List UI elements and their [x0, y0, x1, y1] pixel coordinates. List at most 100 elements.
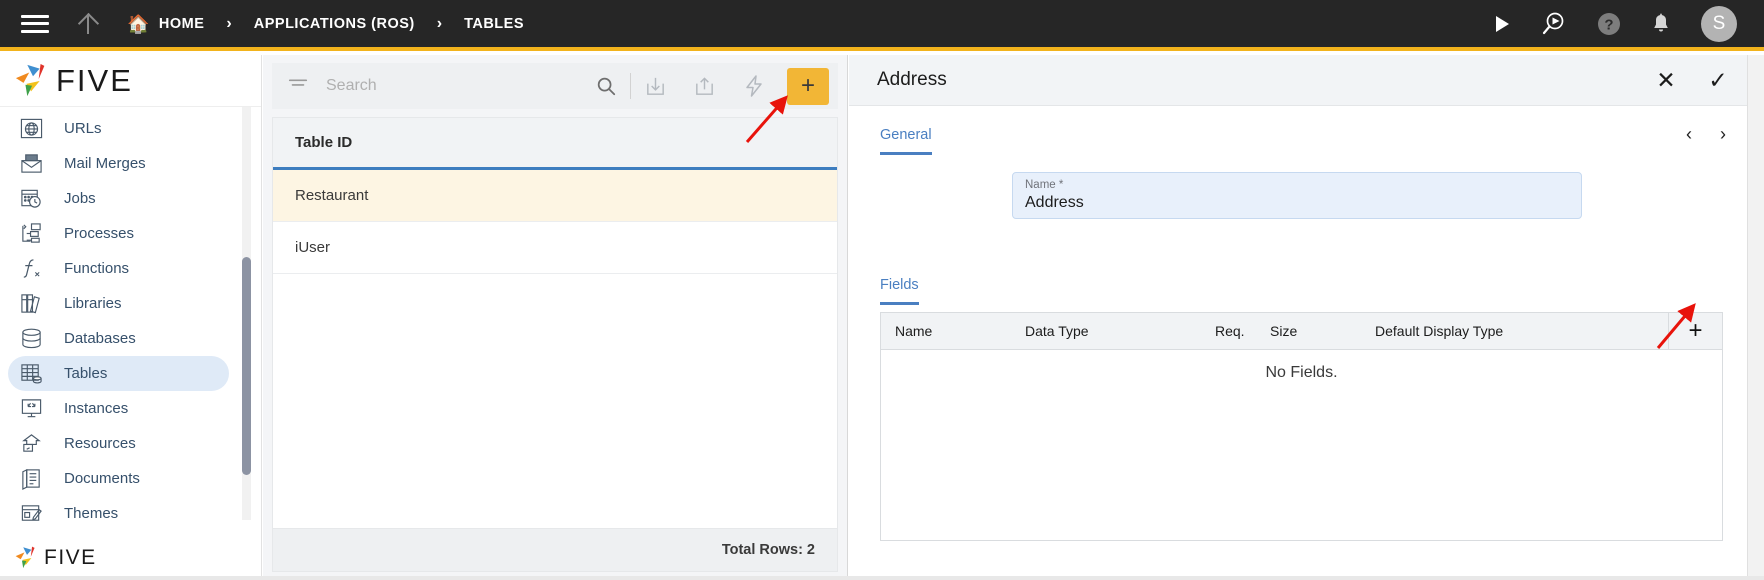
fields-tab-row: Fields: [880, 276, 919, 305]
database-icon: [16, 326, 46, 352]
flowchart-icon: [16, 221, 46, 247]
documents-icon: [16, 466, 46, 492]
sidebar-item-label: Mail Merges: [64, 155, 146, 172]
detail-header-actions: ✕ ✓: [1652, 66, 1732, 94]
grid-column-header-table-id[interactable]: Table ID: [273, 118, 837, 170]
sidebar-item-label: Resources: [64, 435, 136, 452]
fields-column-default-display-type[interactable]: Default Display Type: [1361, 323, 1581, 339]
breadcrumb-home[interactable]: 🏠 HOME: [127, 15, 204, 33]
app-logo-text: FIVE: [56, 62, 133, 98]
table-row[interactable]: iUser: [273, 222, 837, 274]
table-grid-icon: [16, 361, 46, 387]
sidebar-item-mail-merges[interactable]: Mail Merges: [8, 146, 229, 181]
hamburger-icon[interactable]: [21, 13, 49, 35]
run-icon[interactable]: [1493, 15, 1511, 33]
fields-column-req[interactable]: Req.: [1201, 323, 1256, 339]
sidebar-item-functions[interactable]: Functions: [8, 251, 229, 286]
detail-header: Address ✕ ✓: [849, 55, 1764, 106]
tab-general[interactable]: General: [880, 127, 932, 155]
mail-merge-icon: [16, 151, 46, 177]
search-toolbar: +: [272, 63, 838, 109]
sidebar-item-documents[interactable]: Documents: [8, 461, 229, 496]
svg-text:?: ?: [1604, 16, 1613, 33]
lightning-bolt-icon[interactable]: [742, 74, 766, 98]
five-logo-mark-small: [15, 546, 35, 569]
function-icon: [16, 256, 46, 282]
topbar-left-group: 🏠 HOME › APPLICATIONS (ROS) › TABLES: [0, 0, 524, 47]
toolbar-divider: [630, 73, 631, 99]
sidebar-item-tables[interactable]: Tables: [8, 356, 229, 391]
theme-palette-icon: [16, 501, 46, 527]
app-logo[interactable]: FIVE: [0, 55, 261, 107]
general-tab-row: General: [849, 126, 1764, 155]
sidebar-item-label: Functions: [64, 260, 130, 277]
sidebar: FIVE URLs Mail Merges Jobs Processes Fun…: [0, 55, 262, 580]
sidebar-item-databases[interactable]: Databases: [8, 321, 229, 356]
sidebar-item-libraries[interactable]: Libraries: [8, 286, 229, 321]
sidebar-item-label: Processes: [64, 225, 135, 242]
table-row-table-id: Restaurant: [295, 187, 369, 204]
sidebar-item-label: Documents: [64, 470, 140, 487]
tables-grid: Table ID Restaurant iUser: [272, 117, 838, 528]
sidebar-item-label: Instances: [64, 400, 129, 417]
export-icon[interactable]: [693, 75, 716, 98]
breadcrumb-home-label: HOME: [158, 15, 205, 32]
sidebar-scrollbar-thumb[interactable]: [242, 257, 251, 475]
table-detail-panel: Address ✕ ✓ ‹ › General Name * Address F…: [849, 55, 1764, 580]
sidebar-item-label: Libraries: [64, 295, 122, 312]
tab-fields[interactable]: Fields: [880, 277, 919, 305]
sidebar-item-label: URLs: [64, 120, 102, 137]
sidebar-item-resources[interactable]: Resources: [8, 426, 229, 461]
confirm-check-icon[interactable]: ✓: [1704, 66, 1732, 94]
close-icon[interactable]: ✕: [1652, 66, 1680, 94]
prev-record-icon[interactable]: ‹: [1686, 124, 1692, 145]
user-avatar[interactable]: S: [1701, 5, 1737, 42]
books-icon: [16, 291, 46, 317]
fields-column-data-type[interactable]: Data Type: [1011, 323, 1201, 339]
name-field-label: Name *: [1025, 179, 1064, 191]
sidebar-item-jobs[interactable]: Jobs: [8, 181, 229, 216]
breadcrumb-applications[interactable]: APPLICATIONS (ROS): [254, 16, 415, 32]
breadcrumb-tables-label: TABLES: [464, 15, 524, 32]
breadcrumb-applications-label: APPLICATIONS (ROS): [253, 15, 415, 32]
top-app-bar: 🏠 HOME › APPLICATIONS (ROS) › TABLES ? S: [0, 0, 1764, 51]
grid-empty-space: [273, 274, 837, 528]
notifications-bell-icon[interactable]: [1651, 13, 1671, 35]
sidebar-nav: URLs Mail Merges Jobs Processes Function…: [0, 107, 261, 536]
detail-scrollbar-track[interactable]: [1747, 55, 1764, 580]
breadcrumb-separator-2: ›: [436, 14, 443, 32]
monitor-expand-icon: [16, 396, 46, 422]
sidebar-item-instances[interactable]: Instances: [8, 391, 229, 426]
next-record-icon[interactable]: ›: [1720, 124, 1726, 145]
topbar-right-group: ? S: [1493, 5, 1737, 42]
fields-column-name[interactable]: Name: [881, 323, 1011, 339]
sidebar-footer-logo-text: FIVE: [44, 546, 97, 569]
table-row[interactable]: Restaurant: [273, 170, 837, 222]
calendar-clock-icon: [16, 186, 46, 212]
sidebar-item-urls[interactable]: URLs: [8, 111, 229, 146]
total-rows-label: Total Rows: 2: [721, 542, 815, 558]
record-navigation: ‹ ›: [1686, 124, 1726, 145]
search-icon[interactable]: [595, 75, 617, 97]
globe-icon: [16, 116, 46, 142]
resources-icon: [16, 431, 46, 457]
sidebar-item-processes[interactable]: Processes: [8, 216, 229, 251]
filter-icon[interactable]: [287, 73, 309, 100]
sidebar-item-themes[interactable]: Themes: [8, 496, 229, 531]
five-logo-mark: [15, 63, 45, 96]
grid-footer: Total Rows: 2: [272, 528, 838, 572]
breadcrumb-tables[interactable]: TABLES: [464, 16, 524, 32]
window-bottom-strip: [0, 576, 1764, 580]
add-table-button[interactable]: +: [787, 67, 829, 105]
search-input[interactable]: [326, 77, 582, 95]
import-icon[interactable]: [644, 75, 667, 98]
detail-title: Address: [877, 69, 947, 90]
name-field[interactable]: Name * Address: [1012, 172, 1582, 219]
debug-run-icon[interactable]: [1541, 11, 1567, 37]
arrow-up-icon[interactable]: [75, 11, 101, 37]
tables-list-panel: + Table ID Restaurant iUser Total Rows: …: [263, 55, 848, 580]
help-icon[interactable]: ?: [1597, 12, 1621, 36]
sidebar-item-label: Themes: [64, 505, 119, 522]
fields-add-button[interactable]: +: [1668, 312, 1722, 350]
fields-column-size[interactable]: Size: [1256, 323, 1361, 339]
